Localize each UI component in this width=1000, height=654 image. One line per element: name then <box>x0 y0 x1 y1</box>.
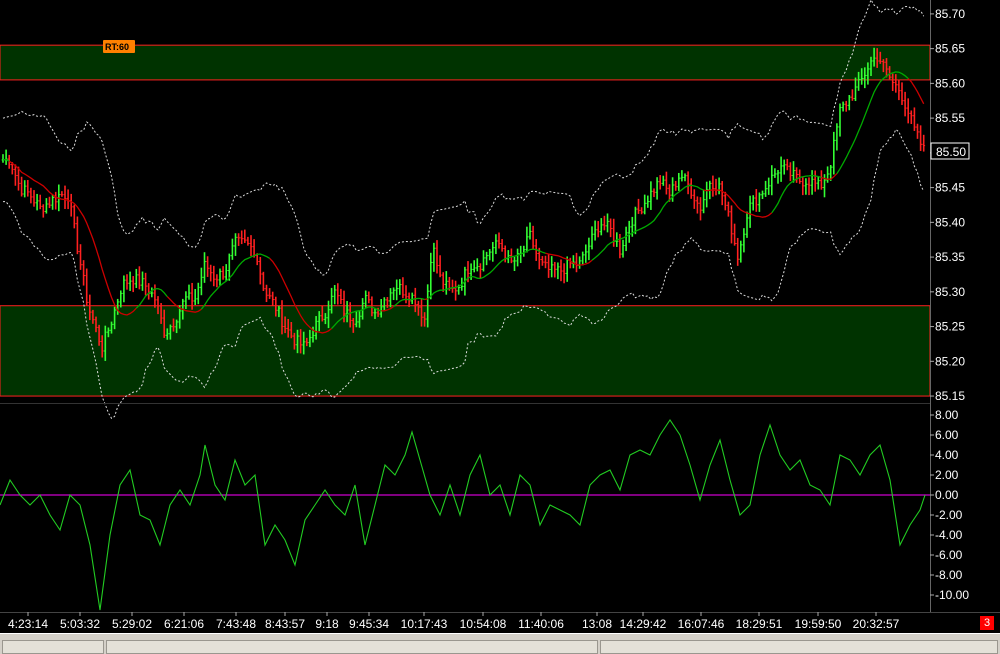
chart-tab-3[interactable] <box>600 640 998 654</box>
time-tick-label: 19:59:50 <box>795 617 842 631</box>
price-tick-label: 85.25 <box>935 320 965 334</box>
chart-tab-2[interactable] <box>106 640 598 654</box>
oscillator-tick-label: -6.00 <box>935 548 963 562</box>
time-tick-label: 11:40:06 <box>518 617 564 631</box>
last-price-marker: 85.50 <box>930 142 970 160</box>
price-tick-label: 85.55 <box>935 111 965 125</box>
time-tick-label: 10:54:08 <box>460 617 507 631</box>
price-tick-label: 85.35 <box>935 250 965 264</box>
price-tick-label: 85.30 <box>935 285 965 299</box>
alert-count-badge[interactable]: 3 <box>980 616 994 630</box>
price-zone-1 <box>0 44 931 81</box>
price-tick-label: 85.45 <box>935 181 965 195</box>
time-tick-label: 9:45:34 <box>349 617 389 631</box>
oscillator-tick-label: 6.00 <box>935 428 959 442</box>
oscillator-tick-label: -10.00 <box>935 588 969 602</box>
moving-average-line <box>424 298 428 301</box>
time-tick-label: 18:29:51 <box>736 617 783 631</box>
time-tick-label: 8:43:57 <box>265 617 305 631</box>
chart-tab-1[interactable] <box>2 640 104 654</box>
price-tick-label: 85.65 <box>935 42 965 56</box>
time-tick-label: 13:08 <box>582 617 612 631</box>
bottom-scroll-bar[interactable] <box>0 633 1000 654</box>
rt-tag: RT:60 <box>103 40 135 53</box>
oscillator-tick-label: 4.00 <box>935 448 959 462</box>
alert-count-value: 3 <box>983 617 991 629</box>
price-tick-label: 85.20 <box>935 354 965 368</box>
rt-tag-label: RT:60 <box>105 42 129 52</box>
time-tick-label: 7:43:48 <box>216 617 256 631</box>
time-tick-label: 4:23:14 <box>8 617 48 631</box>
price-chart[interactable]: 85.70 85.65 85.60 85.55 85.50 85.45 85.40 85.35… <box>0 0 1000 653</box>
price-zone-2 <box>0 305 931 397</box>
oscillator-tick-label: -8.00 <box>935 568 963 582</box>
last-price-label: 85.50 <box>936 145 966 159</box>
time-tick-label: 16:07:46 <box>678 617 725 631</box>
time-tick-label: 5:29:02 <box>112 617 152 631</box>
oscillator-tick-label: 8.00 <box>935 408 959 422</box>
time-tick-label: 5:03:32 <box>60 617 100 631</box>
time-tick-label: 20:32:57 <box>853 617 900 631</box>
time-tick-label: 14:29:42 <box>620 617 667 631</box>
time-tick-label: 6:21:06 <box>164 617 204 631</box>
oscillator-tick-label: 0.00 <box>935 488 959 502</box>
time-tick-label: 9:18 <box>315 617 339 631</box>
time-tick-label: 10:17:43 <box>401 617 448 631</box>
price-tick-label: 85.70 <box>935 7 965 21</box>
price-tick-label: 85.40 <box>935 215 965 229</box>
oscillator-tick-label: 2.00 <box>935 468 959 482</box>
oscillator-tick-label: -4.00 <box>935 528 963 542</box>
oscillator-tick-label: -2.00 <box>935 508 963 522</box>
price-tick-label: 85.15 <box>935 389 965 403</box>
price-tick-label: 85.60 <box>935 76 965 90</box>
